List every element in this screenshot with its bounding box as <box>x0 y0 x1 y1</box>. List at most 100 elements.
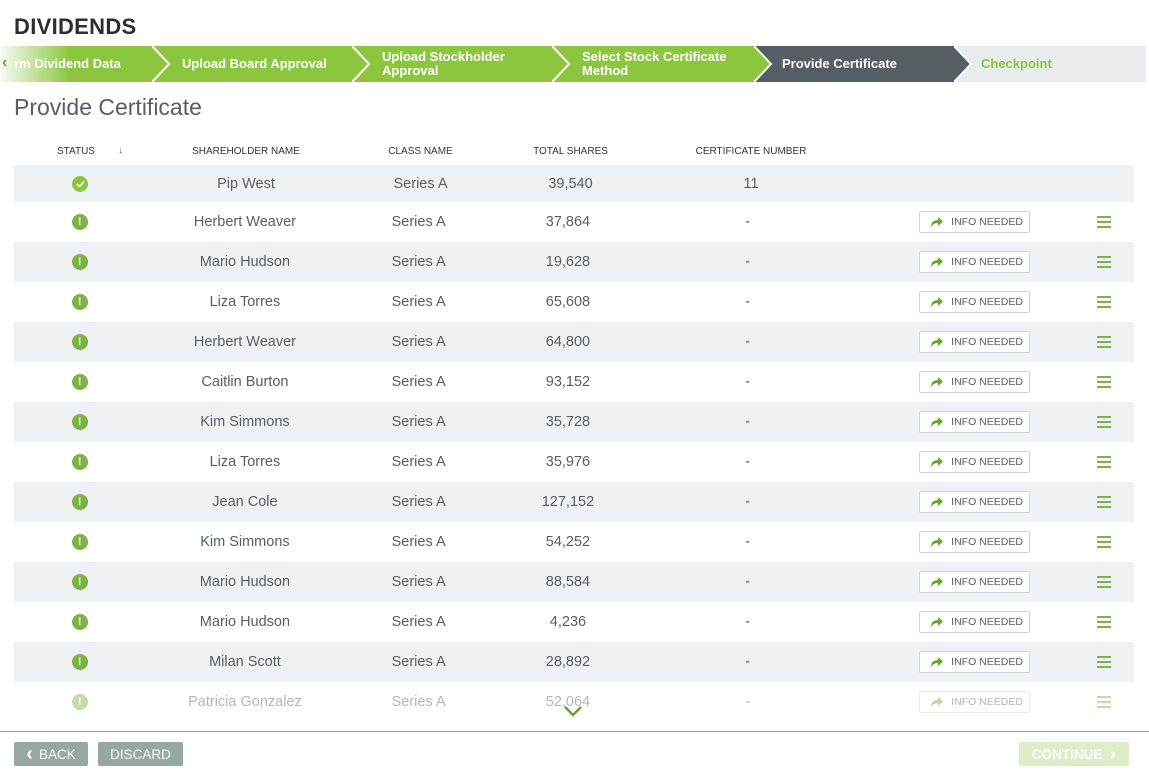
step-confirm-dividend-data[interactable]: rm Dividend Data <box>0 46 170 82</box>
class-name: Series A <box>391 414 446 430</box>
info-needed-button[interactable]: INFO NEEDED <box>919 331 1031 353</box>
step-provide-certificate[interactable]: Provide Certificate <box>754 46 972 82</box>
info-needed-button[interactable]: INFO NEEDED <box>919 691 1031 713</box>
total-shares: 64,800 <box>545 334 591 350</box>
stepper-scroll-left-icon[interactable]: ‹ <box>2 54 7 72</box>
certificate-number: - <box>745 214 751 230</box>
info-needed-label: INFO NEEDED <box>951 616 1023 628</box>
continue-button[interactable]: CONTINUE › <box>1019 742 1129 766</box>
hamburger-menu-icon[interactable] <box>1097 376 1112 388</box>
share-forward-icon <box>931 257 944 267</box>
menu-cell <box>1074 696 1134 708</box>
certificate-number: - <box>745 654 751 670</box>
action-cell: INFO NEEDED <box>890 291 1059 313</box>
shareholder-name: Mario Hudson <box>199 614 291 630</box>
class-name: Series A <box>391 574 446 590</box>
table-row[interactable]: ! Kim Simmons Series A 54,252 - INFO NEEDED <box>14 522 1134 562</box>
hamburger-menu-icon[interactable] <box>1097 696 1112 708</box>
action-cell: INFO NEEDED <box>890 331 1059 353</box>
info-needed-button[interactable]: INFO NEEDED <box>919 571 1031 593</box>
step-upload-stockholder-approval[interactable]: Upload Stockholder Approval <box>352 46 572 82</box>
table-row[interactable]: ! Mario Hudson Series A 88,584 - INFO NEEDED <box>14 562 1134 602</box>
info-needed-button[interactable]: INFO NEEDED <box>919 491 1031 513</box>
column-header-class-name[interactable]: CLASS NAME <box>343 146 498 157</box>
hamburger-menu-icon[interactable] <box>1097 576 1112 588</box>
class-name: Series A <box>391 614 446 630</box>
table-row[interactable]: ! Mario Hudson Series A 4,236 - INFO NEEDED <box>14 602 1134 642</box>
certificate-number: - <box>745 334 751 350</box>
column-header-certificate-number[interactable]: CERTIFICATE NUMBER <box>636 146 866 157</box>
action-cell: INFO NEEDED <box>890 691 1059 713</box>
column-header-status[interactable]: STATUS ↓ <box>14 145 146 157</box>
hamburger-menu-icon[interactable] <box>1097 616 1112 628</box>
table-row[interactable]: ! Jean Cole Series A 127,152 - INFO NEEDED <box>14 482 1134 522</box>
table-row[interactable]: ! Herbert Weaver Series A 64,800 - INFO NEEDE… <box>14 322 1134 362</box>
table-row[interactable]: ! Liza Torres Series A 65,608 - INFO NEEDED <box>14 282 1134 322</box>
status-cell: ! <box>14 494 145 510</box>
shareholder-name: Mario Hudson <box>199 254 291 270</box>
table-row[interactable]: ! Herbert Weaver Series A 37,864 - INFO NEEDE… <box>14 202 1134 242</box>
discard-button[interactable]: DISCARD <box>98 742 183 766</box>
class-name: Series A <box>391 294 446 310</box>
menu-cell <box>1074 296 1134 308</box>
share-forward-icon <box>931 457 944 467</box>
hamburger-menu-icon[interactable] <box>1097 536 1112 548</box>
section-title: Provide Certificate <box>14 94 202 120</box>
status-warning-exclamation-icon: ! <box>71 614 88 630</box>
menu-cell <box>1074 656 1134 668</box>
info-needed-button[interactable]: INFO NEEDED <box>919 611 1031 633</box>
total-shares: 65,608 <box>545 294 591 310</box>
hamburger-menu-icon[interactable] <box>1097 256 1112 268</box>
info-needed-label: INFO NEEDED <box>951 496 1023 508</box>
table-row[interactable]: Pip West Series A 39,540 11 <box>14 165 1134 202</box>
hamburger-menu-icon[interactable] <box>1097 296 1112 308</box>
shareholder-name: Patricia Gonzalez <box>188 694 302 710</box>
column-header-shareholder-name[interactable]: SHAREHOLDER NAME <box>151 146 341 157</box>
info-needed-button[interactable]: INFO NEEDED <box>919 651 1031 673</box>
total-shares: 88,584 <box>545 574 591 590</box>
menu-cell <box>1074 376 1134 388</box>
column-header-total-shares[interactable]: TOTAL SHARES <box>508 146 633 157</box>
share-forward-icon <box>931 577 944 587</box>
back-button[interactable]: ‹ BACK <box>14 742 88 766</box>
info-needed-button[interactable]: INFO NEEDED <box>919 291 1031 313</box>
table-header: STATUS ↓ SHAREHOLDER NAME CLASS NAME TOT… <box>14 138 1134 165</box>
total-shares: 39,540 <box>548 175 593 192</box>
total-shares: 4,236 <box>549 614 587 630</box>
step-checkpoint[interactable]: Checkpoint <box>954 46 1146 82</box>
certificate-number: - <box>745 574 751 590</box>
hamburger-menu-icon[interactable] <box>1097 416 1112 428</box>
info-needed-button[interactable]: INFO NEEDED <box>919 251 1031 273</box>
table-row[interactable]: ! Mario Hudson Series A 19,628 - INFO NEEDED <box>14 242 1134 282</box>
share-forward-icon <box>931 537 944 547</box>
hamburger-menu-icon[interactable] <box>1097 216 1112 228</box>
share-forward-icon <box>931 697 944 707</box>
hamburger-menu-icon[interactable] <box>1097 336 1112 348</box>
info-needed-label: INFO NEEDED <box>951 536 1023 548</box>
info-needed-button[interactable]: INFO NEEDED <box>919 531 1031 553</box>
hamburger-menu-icon[interactable] <box>1097 456 1112 468</box>
certificate-number: - <box>745 494 751 510</box>
table-row[interactable]: ! Kim Simmons Series A 35,728 - INFO NEEDED <box>14 402 1134 442</box>
status-cell: ! <box>14 414 145 430</box>
step-upload-board-approval[interactable]: Upload Board Approval <box>152 46 372 82</box>
class-name: Series A <box>391 494 446 510</box>
step-select-stock-certificate-method[interactable]: Select Stock Certificate Method <box>552 46 774 82</box>
table-row[interactable]: ! Milan Scott Series A 28,892 - INFO NEEDED <box>14 642 1134 682</box>
info-needed-button[interactable]: INFO NEEDED <box>919 371 1031 393</box>
status-cell <box>14 175 146 192</box>
sort-down-icon[interactable]: ↓ <box>118 145 123 156</box>
info-needed-button[interactable]: INFO NEEDED <box>919 411 1031 433</box>
table-row[interactable]: ! Liza Torres Series A 35,976 - INFO NEEDED <box>14 442 1134 482</box>
share-forward-icon <box>931 377 944 387</box>
info-needed-button[interactable]: INFO NEEDED <box>919 451 1031 473</box>
table-row[interactable]: ! Caitlin Burton Series A 93,152 - INFO NEEDE… <box>14 362 1134 402</box>
hamburger-menu-icon[interactable] <box>1097 656 1112 668</box>
info-needed-button[interactable]: INFO NEEDED <box>919 211 1031 233</box>
step-label: Upload Stockholder Approval <box>382 49 505 78</box>
hamburger-menu-icon[interactable] <box>1097 496 1112 508</box>
certificate-number: - <box>745 254 751 270</box>
share-forward-icon <box>931 337 944 347</box>
class-name: Series A <box>391 454 446 470</box>
scroll-down-chevron-icon[interactable] <box>563 704 583 718</box>
